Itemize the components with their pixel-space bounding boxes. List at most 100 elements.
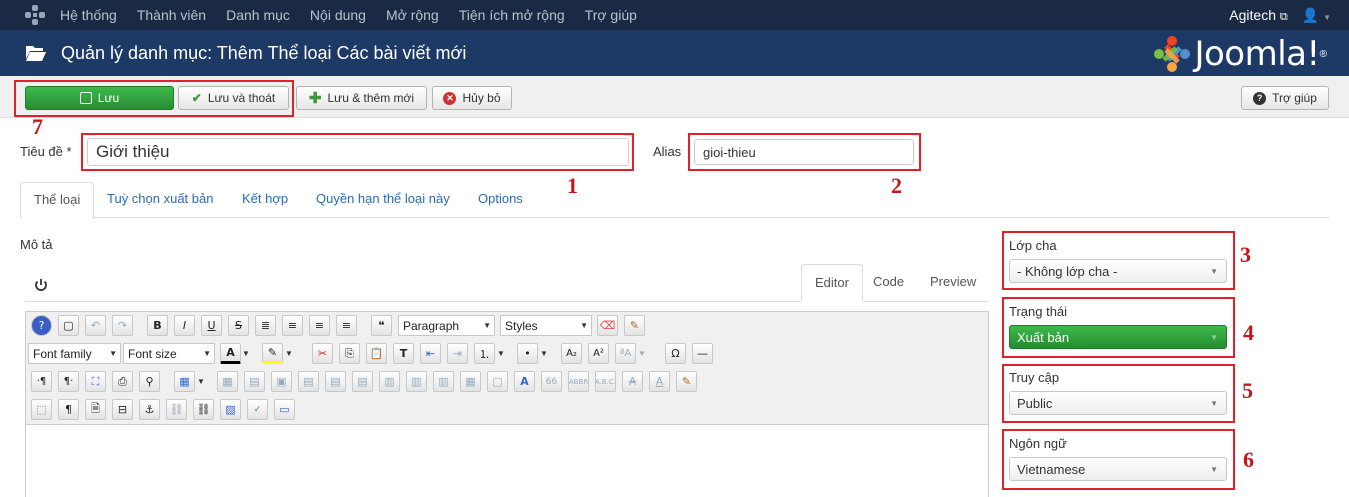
annotation-number-4: 4 xyxy=(1243,320,1254,345)
highlight-color-icon[interactable]: ✎ xyxy=(262,343,283,364)
rtl-icon[interactable]: ¶· xyxy=(58,371,79,392)
new-document-icon[interactable]: ▢ xyxy=(58,315,79,336)
subscript-icon[interactable]: A₂ xyxy=(561,343,582,364)
align-right-icon[interactable]: ≡ xyxy=(336,315,357,336)
ltr-icon[interactable]: ·¶ xyxy=(31,371,52,392)
unordered-list-icon[interactable]: • xyxy=(517,343,538,364)
editor-content-area[interactable] xyxy=(26,424,988,497)
col-before-icon[interactable]: ▥ xyxy=(379,371,400,392)
user-menu[interactable]: 👤 ▼ xyxy=(1302,7,1331,24)
link-icon[interactable]: ⛓ xyxy=(193,399,214,420)
nav-extensions[interactable]: Tiện ích mở rộng xyxy=(459,7,565,23)
del-icon[interactable]: A xyxy=(622,371,643,392)
italic-icon[interactable]: I xyxy=(174,315,195,336)
site-link[interactable]: Agitech ⧉ xyxy=(1229,7,1287,24)
align-center-icon[interactable]: ≡ xyxy=(282,315,303,336)
nav-content[interactable]: Nội dung xyxy=(310,7,366,23)
annotation-box-2 xyxy=(688,133,921,171)
image-icon[interactable]: ▨ xyxy=(220,399,241,420)
underline-icon[interactable]: U xyxy=(201,315,222,336)
save-new-button[interactable]: ✚ Lưu & thêm mới xyxy=(296,86,427,110)
superscript-icon[interactable]: A² xyxy=(588,343,609,364)
tab-publishing[interactable]: Tuỳ chọn xuất bản xyxy=(94,182,226,218)
row-props-icon[interactable]: ▤ xyxy=(244,371,265,392)
outdent-icon[interactable]: ⇤ xyxy=(420,343,441,364)
tab-editor[interactable]: Editor xyxy=(801,264,863,302)
blockquote-icon[interactable]: ❝ xyxy=(371,315,392,336)
anchor-icon[interactable]: ⚓ xyxy=(139,399,160,420)
caret-down-icon[interactable]: ▼ xyxy=(284,343,294,364)
nav-extend[interactable]: Mở rộng xyxy=(386,7,439,23)
caret-down-icon[interactable]: ▼ xyxy=(496,343,506,364)
template-icon[interactable]: 🗎 xyxy=(85,399,106,420)
delete-table-icon[interactable]: ▦ xyxy=(217,371,238,392)
spellcheck-icon[interactable]: ✓ xyxy=(247,399,268,420)
paste-icon[interactable]: 📋 xyxy=(366,343,387,364)
styles-select[interactable]: Styles ▼ xyxy=(500,315,592,336)
caret-down-icon[interactable]: ▼ xyxy=(196,371,206,392)
tab-associations[interactable]: Kết hợp xyxy=(229,182,301,218)
tab-preview[interactable]: Preview xyxy=(917,264,989,302)
redo-icon[interactable]: ↷ xyxy=(112,315,133,336)
indent-icon[interactable]: ⇥ xyxy=(447,343,468,364)
nav-help[interactable]: Trợ giúp xyxy=(585,7,637,23)
unlink-icon[interactable]: ⛓ xyxy=(166,399,187,420)
cite-icon[interactable]: 66 xyxy=(541,371,562,392)
split-cells-icon[interactable]: ▦ xyxy=(460,371,481,392)
ordered-list-icon[interactable]: ⒈ xyxy=(474,343,495,364)
media-icon[interactable]: ▭ xyxy=(274,399,295,420)
ins-icon[interactable]: A xyxy=(649,371,670,392)
tab-permissions[interactable]: Quyền hạn thể loại này xyxy=(303,182,463,218)
search-replace-icon[interactable]: ⚲ xyxy=(139,371,160,392)
caret-down-icon[interactable]: ▼ xyxy=(539,343,549,364)
strikethrough-icon[interactable]: S xyxy=(228,315,249,336)
align-left-icon[interactable]: ≡ xyxy=(309,315,330,336)
omega-icon[interactable]: Ω xyxy=(665,343,686,364)
show-blocks-icon[interactable]: ¶ xyxy=(58,399,79,420)
pagebreak-icon[interactable]: ⊟ xyxy=(112,399,133,420)
character-map-icon[interactable]: ªA xyxy=(615,343,636,364)
font-size-select[interactable]: Font size ▼ xyxy=(123,343,215,364)
tab-options[interactable]: Options xyxy=(465,182,536,218)
cleanup-broom-icon[interactable]: ✎ xyxy=(624,315,645,336)
nav-menus[interactable]: Danh mục xyxy=(226,7,290,23)
cell-props-icon[interactable]: ▣ xyxy=(271,371,292,392)
format-select[interactable]: Paragraph ▼ xyxy=(398,315,495,336)
power-toggle-icon[interactable] xyxy=(33,277,49,293)
text-color-icon[interactable]: A xyxy=(220,343,241,364)
fullscreen-icon[interactable]: ⛶ xyxy=(85,371,106,392)
visual-aid-icon[interactable]: ⬚ xyxy=(31,399,52,420)
caret-down-icon[interactable]: ▼ xyxy=(637,343,647,364)
acronym-icon[interactable]: A.B.C. xyxy=(595,371,616,392)
joomla-logo-icon[interactable] xyxy=(24,4,46,26)
nav-system[interactable]: Hệ thống xyxy=(60,7,117,23)
undo-icon[interactable]: ↶ xyxy=(85,315,106,336)
font-family-select[interactable]: Font family ▼ xyxy=(28,343,121,364)
cancel-button[interactable]: ✕ Hủy bỏ xyxy=(432,86,512,110)
cut-icon[interactable]: ✂ xyxy=(312,343,333,364)
bold-icon[interactable]: B xyxy=(147,315,168,336)
eraser-icon[interactable]: ⌫ xyxy=(597,315,618,336)
nav-users[interactable]: Thành viên xyxy=(137,7,206,23)
delete-col-icon[interactable]: ▥ xyxy=(433,371,454,392)
table-icon[interactable]: ▦ xyxy=(174,371,195,392)
help-button[interactable]: ? Trợ giúp xyxy=(1241,86,1329,110)
row-before-icon[interactable]: ▤ xyxy=(298,371,319,392)
caret-down-icon[interactable]: ▼ xyxy=(241,343,251,364)
attribs-icon[interactable]: ✎ xyxy=(676,371,697,392)
title-bar: Quản lý danh mục: Thêm Thể loại Các bài … xyxy=(0,30,1349,76)
copy-icon[interactable]: ⎘ xyxy=(339,343,360,364)
delete-row-icon[interactable]: ▤ xyxy=(352,371,373,392)
help-icon[interactable]: ? xyxy=(31,315,52,336)
tab-category[interactable]: Thể loại xyxy=(20,182,95,219)
row-after-icon[interactable]: ▤ xyxy=(325,371,346,392)
col-after-icon[interactable]: ▥ xyxy=(406,371,427,392)
tab-code[interactable]: Code xyxy=(860,264,917,302)
merge-cells-icon[interactable]: ▢ xyxy=(487,371,508,392)
abbr-icon[interactable]: ABBR xyxy=(568,371,589,392)
horizontal-rule-icon[interactable]: — xyxy=(692,343,713,364)
styleprops-icon[interactable]: A xyxy=(514,371,535,392)
align-justify-icon[interactable]: ≣ xyxy=(255,315,276,336)
paste-text-icon[interactable]: T xyxy=(393,343,414,364)
print-icon[interactable]: ⎙ xyxy=(112,371,133,392)
